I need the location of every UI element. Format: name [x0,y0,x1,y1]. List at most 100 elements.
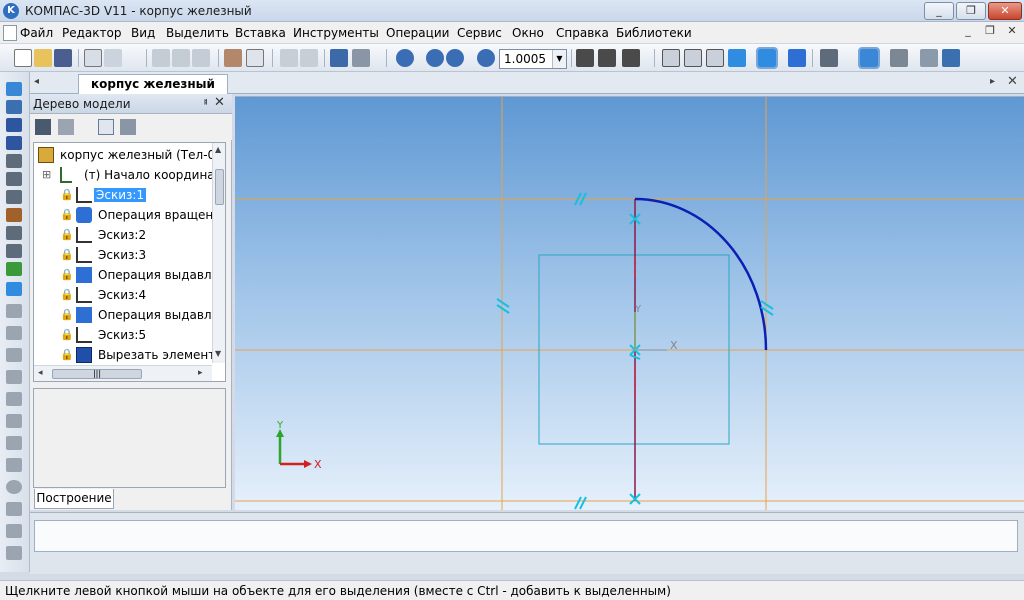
zoom-value-field[interactable]: 1.0005 ▼ [499,49,567,69]
close-button[interactable]: ✕ [988,2,1022,20]
hammer-icon[interactable] [6,208,22,222]
mdi-restore-button[interactable]: ❐ [982,24,998,40]
filter-icon[interactable] [6,118,22,132]
menu-insert[interactable]: Вставка [235,26,286,40]
extrude-tool-icon[interactable] [6,282,22,296]
tree-filter-icon[interactable] [58,119,74,135]
tree-item-cut-extrude[interactable]: 🔒 Вырезать элемент выдавливания [36,345,225,365]
tree-item-root[interactable]: корпус железный (Тел-0) [36,145,220,165]
refresh-icon[interactable] [942,49,960,67]
scroll-left-icon[interactable]: ◂ [38,368,43,378]
scroll-right-icon[interactable]: ▸ [198,368,203,378]
tree-item-sketch-1[interactable]: 🔒 Эскиз:1 [36,185,212,205]
new-icon[interactable] [14,49,32,67]
tree-item-sketch-2[interactable]: 🔒 Эскиз:2 [36,225,212,245]
tab-construction[interactable]: Построение [34,489,114,509]
tab-scroll-left-icon[interactable]: ◂ [34,76,39,87]
sphere-tool-icon[interactable] [6,480,22,494]
tree-vertical-scrollbar[interactable]: ▲ ▼ [212,143,225,363]
tree-item-sketch-4[interactable]: 🔒 Эскиз:4 [36,285,212,305]
angle-icon[interactable] [6,226,22,240]
cut-icon[interactable] [152,49,170,67]
snap-icon[interactable] [820,49,838,67]
sketch-arc[interactable] [634,197,768,351]
surface-tool-icon[interactable] [6,546,22,560]
menu-help[interactable]: Справка [556,26,609,40]
wireframe-icon[interactable] [662,49,680,67]
menu-operations[interactable]: Операции [386,26,449,40]
print-preview-icon[interactable] [84,49,102,67]
no-hidden-icon[interactable] [706,49,724,67]
zoom-window-icon[interactable] [426,49,444,67]
pan-icon[interactable] [576,49,594,67]
paste-icon[interactable] [192,49,210,67]
layers-icon[interactable] [352,49,370,67]
model-viewport[interactable]: Y X Y X [235,96,1024,510]
minimize-button[interactable]: _ [924,2,954,20]
mdi-minimize-button[interactable]: _ [960,24,976,40]
geometry-icon[interactable] [6,82,22,96]
tiles-icon[interactable] [920,49,938,67]
menu-libraries[interactable]: Библиотеки [616,26,692,40]
document-icon[interactable] [246,49,264,67]
mirror-tool-icon[interactable] [6,524,22,538]
tab-close-icon[interactable]: ✕ [1007,74,1018,89]
redo-icon[interactable] [300,49,318,67]
halftone-icon[interactable] [728,49,746,67]
tree-vscroll-thumb[interactable] [215,169,224,205]
sweep-tool-icon[interactable] [6,326,22,340]
maximize-button[interactable]: ❐ [956,2,986,20]
tree-item-sketch-5[interactable]: 🔒 Эскиз:5 [36,325,212,345]
tree-horizontal-scrollbar[interactable]: ◂ ||| ▸ [34,365,212,381]
constraints-icon[interactable] [6,190,22,204]
rib-tool-icon[interactable] [6,458,22,472]
tab-scroll-right-icon[interactable]: ▸ [990,76,995,87]
copy-icon[interactable] [172,49,190,67]
zoom-in-icon[interactable] [446,49,464,67]
vertex-icon[interactable] [6,244,22,258]
tab-document[interactable]: корпус железный [78,74,228,94]
chevron-down-icon[interactable]: ▼ [552,50,566,68]
rotate-icon[interactable] [598,49,616,67]
menu-select[interactable]: Выделить [166,26,229,40]
open-icon[interactable] [34,49,52,67]
menu-service[interactable]: Сервис [457,26,502,40]
sketch-icon[interactable] [858,47,880,69]
fillet-tool-icon[interactable] [6,392,22,406]
halftone-edges-icon[interactable] [756,47,778,69]
revolve-tool-icon[interactable] [6,304,22,318]
model-tree-close-icon[interactable]: ✕ [214,95,225,110]
add-constraint-icon[interactable] [6,262,22,276]
tree-item-sketch-3[interactable]: 🔒 Эскиз:3 [36,245,212,265]
library-icon[interactable] [890,49,908,67]
pin-icon[interactable]: ᅤ [198,96,208,112]
tree-item-origin[interactable]: ⊞ (т) Начало координат [36,165,222,185]
menu-view[interactable]: Вид [131,26,155,40]
undo-icon[interactable] [280,49,298,67]
dimensions-icon[interactable] [6,100,22,114]
scroll-down-icon[interactable]: ▼ [215,349,221,358]
shell-tool-icon[interactable] [6,436,22,450]
scroll-up-icon[interactable]: ▲ [215,145,221,154]
properties-panel[interactable] [34,520,1018,552]
tree-hscroll-thumb[interactable]: ||| [52,369,142,379]
loft-tool-icon[interactable] [6,348,22,362]
tree-item-extrude-2[interactable]: 🔒 Операция выдавливания [36,305,225,325]
parametrize-icon[interactable] [6,172,22,186]
zoom-fit-icon[interactable] [396,49,414,67]
tree-structure-icon[interactable] [35,119,51,135]
mdi-close-button[interactable]: ✕ [1004,24,1020,40]
tree-item-revolve[interactable]: 🔒 Операция вращения [36,205,225,225]
perspective-icon[interactable] [788,49,806,67]
array-tool-icon[interactable] [6,502,22,516]
tree-view-icon[interactable] [98,119,114,135]
measure-icon[interactable] [6,136,22,150]
properties-icon[interactable] [224,49,242,67]
menu-edit[interactable]: Редактор [62,26,121,40]
chamfer-tool-icon[interactable] [6,414,22,428]
tree-settings-icon[interactable] [120,119,136,135]
edit-icon[interactable] [6,154,22,168]
document-icon[interactable] [3,25,17,41]
save-icon[interactable] [54,49,72,67]
menu-tools[interactable]: Инструменты [293,26,379,40]
